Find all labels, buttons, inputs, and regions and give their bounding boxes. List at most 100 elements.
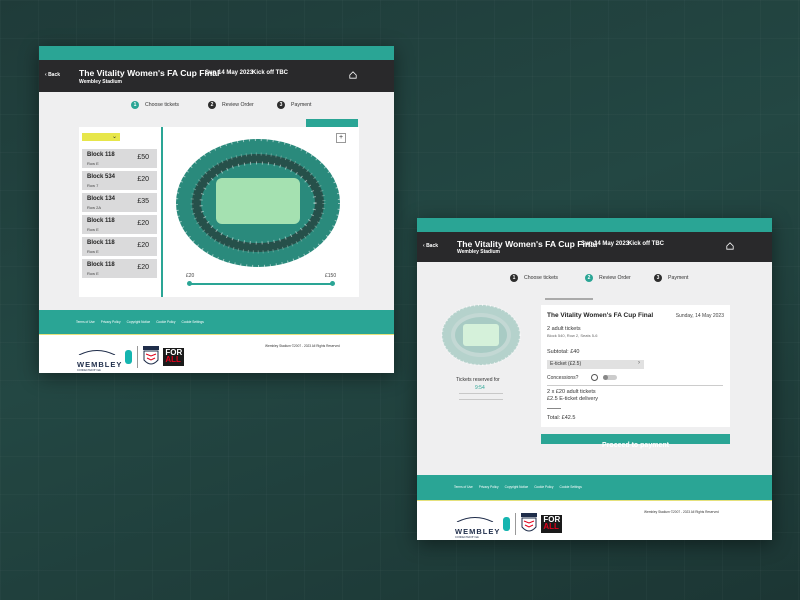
wembley-wordmark: WEMBLEY [77, 360, 123, 369]
order-subtotal: Subtotal: £40 [547, 349, 580, 355]
footer-link[interactable]: Cookie Settings [182, 320, 204, 324]
block-option[interactable]: Block 118 Row E £20 [82, 259, 157, 278]
back-button[interactable]: ‹ Back [423, 243, 438, 249]
top-accent-bar [417, 218, 772, 232]
event-venue: Wembley Stadium [79, 79, 122, 85]
all-text: ALL [543, 522, 559, 531]
event-header: ‹ Back The Vitality Women's FA Cup Final… [39, 60, 394, 92]
step-number: 1 [510, 274, 518, 282]
block-row: Row 7 [87, 183, 99, 188]
order-summary-card: The Vitality Women's FA Cup Final Sunday… [541, 305, 730, 427]
block-price: £20 [137, 176, 149, 183]
step-payment[interactable]: 3 Payment [654, 274, 688, 282]
back-button[interactable]: ‹ Back [45, 72, 60, 78]
block-row: Row E [87, 161, 99, 166]
order-line-tickets: 2 x £20 adult tickets [547, 389, 596, 395]
filter-dropdown[interactable]: ⌄ [82, 133, 120, 141]
concessions-toggle[interactable] [603, 375, 617, 380]
footer-link[interactable]: Cookie Settings [560, 485, 582, 489]
top-accent-bar [39, 46, 394, 60]
footer-link[interactable]: Copyright Notice [127, 320, 151, 324]
step-choose-tickets[interactable]: 1 Choose tickets [510, 274, 558, 282]
seat-panel: ⌄ Block 118 Row E £50 Block 534 Row 7 £2… [79, 127, 359, 297]
footer-link[interactable]: Terms of Use [76, 320, 95, 324]
order-seats: Block 540, Row 2, Seats 5-6 [547, 333, 598, 338]
hospitality-button[interactable] [306, 119, 358, 127]
price-slider-min-handle[interactable] [187, 281, 192, 286]
step-label: Choose tickets [524, 275, 559, 281]
step-choose-tickets[interactable]: 1 Choose tickets [131, 101, 179, 109]
block-name: Block 118 [87, 262, 115, 268]
concessions-label: Concessions? [547, 375, 579, 381]
block-name: Block 534 [87, 174, 116, 180]
for-all-logo: FOR ALL [541, 515, 563, 533]
step-number: 2 [208, 101, 216, 109]
order-event-date: Sunday, 14 May 2023 [675, 313, 724, 319]
block-price: £50 [137, 154, 149, 161]
block-name: Block 118 [87, 152, 115, 158]
copyright-text: Wembley Stadium ©2007 - 2023 All Rights … [644, 510, 719, 514]
block-option[interactable]: Block 118 Row E £20 [82, 237, 157, 256]
pitch [216, 178, 300, 224]
total-divider [547, 408, 561, 409]
step-label: Payment [668, 275, 689, 281]
footer-link[interactable]: Privacy Policy [479, 485, 499, 489]
step-review-order[interactable]: 2 Review Order [208, 101, 254, 109]
block-option[interactable]: Block 118 Row E £20 [82, 215, 157, 234]
ee-logo [503, 517, 511, 531]
footer-link[interactable]: Copyright Notice [505, 485, 529, 489]
logo-divider [515, 513, 517, 535]
seat-selection-window: ‹ Back The Vitality Women's FA Cup Final… [39, 46, 394, 373]
back-label: Back [48, 72, 61, 78]
price-slider-max-handle[interactable] [330, 281, 335, 286]
block-option[interactable]: Block 118 Row E £50 [82, 149, 157, 168]
wembley-logo: WEMBLEY CONNECTED BY EE [77, 342, 122, 372]
event-date: Sun 14 May 2023 [581, 241, 630, 247]
price-slider-track[interactable] [190, 283, 333, 285]
footer-links: Terms of Use Privacy Policy Copyright No… [454, 485, 582, 489]
price-max-label: £150 [325, 273, 337, 279]
footer-link[interactable]: Privacy Policy [101, 320, 121, 324]
proceed-to-payment-button[interactable]: Proceed to payment [541, 434, 730, 449]
block-price: £20 [137, 264, 149, 271]
step-review-order[interactable]: 2 Review Order [585, 274, 631, 282]
order-line-delivery: £2.5 E-ticket delivery [547, 396, 599, 402]
footer-branding: Wembley Stadium ©2007 - 2023 All Rights … [417, 500, 772, 540]
step-payment[interactable]: 3 Payment [277, 101, 311, 109]
block-row: Row E [87, 271, 99, 276]
event-title: The Vitality Women's FA Cup Final [457, 239, 598, 249]
block-price: £35 [137, 198, 149, 205]
step-number: 1 [131, 101, 139, 109]
footer-link[interactable]: Cookie Policy [156, 320, 175, 324]
footer-link[interactable]: Terms of Use [454, 485, 473, 489]
arch-icon [456, 517, 494, 523]
england-crest-icon [143, 346, 160, 365]
home-icon[interactable] [726, 242, 734, 250]
order-ticket-count: 2 adult tickets [547, 326, 581, 332]
all-text: ALL [165, 355, 181, 364]
event-header: ‹ Back The Vitality Women's FA Cup Final… [417, 232, 772, 262]
stadium-thumbnail [441, 304, 521, 366]
block-option[interactable]: Block 134 Row 2A £35 [82, 193, 157, 212]
block-price: £20 [137, 242, 149, 249]
block-price: £20 [137, 220, 149, 227]
stadium-seat-map[interactable] [174, 131, 342, 271]
block-row: Row E [87, 227, 99, 232]
info-icon[interactable] [591, 374, 598, 381]
ee-logo [125, 350, 133, 364]
step-label: Choose tickets [145, 102, 180, 108]
footer-branding: Wembley Stadium ©2007 - 2023 All Rights … [39, 334, 394, 373]
review-order-window: ‹ Back The Vitality Women's FA Cup Final… [417, 218, 772, 540]
footer-link[interactable]: Cookie Policy [534, 485, 553, 489]
delivery-select[interactable]: E-ticket (£2.5) › [547, 360, 644, 369]
wembley-logo: WEMBLEY CONNECTED BY EE [455, 509, 500, 539]
order-divider [547, 385, 723, 386]
back-to-seats-link[interactable] [545, 298, 593, 300]
block-name: Block 118 [87, 240, 115, 246]
copyright-text: Wembley Stadium ©2007 - 2023 All Rights … [265, 344, 340, 348]
chevron-down-icon: ⌄ [111, 134, 117, 140]
block-name: Block 134 [87, 196, 116, 202]
chevron-right-icon: › [638, 360, 640, 366]
home-icon[interactable] [349, 71, 357, 79]
block-option[interactable]: Block 534 Row 7 £20 [82, 171, 157, 190]
